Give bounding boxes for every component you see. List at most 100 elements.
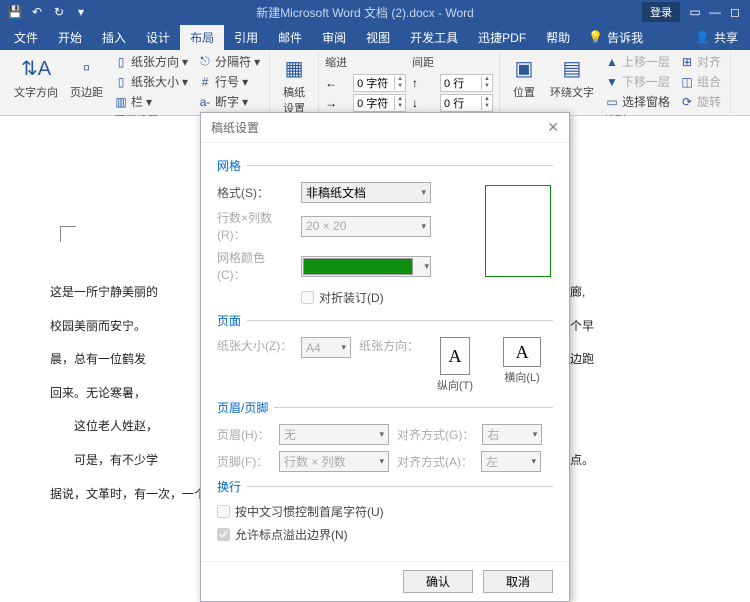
orientation-landscape[interactable]: A横向(L) xyxy=(503,337,541,393)
bulb-icon: 💡 xyxy=(588,30,603,44)
cjk-wrap-checkbox[interactable]: 按中文习惯控制首尾字符(U) xyxy=(217,503,384,520)
send-backward-button[interactable]: ▼下移一层 xyxy=(602,72,673,91)
header-label: 页眉(H)： xyxy=(217,426,271,443)
tab-pdf[interactable]: 迅捷PDF xyxy=(468,25,536,50)
header-select: 无▾ xyxy=(279,424,389,445)
maximize-icon[interactable]: ◻ xyxy=(728,5,742,19)
wrap-text-button[interactable]: ▤环绕文字 xyxy=(546,52,598,102)
alignA-label: 对齐方式(A)： xyxy=(397,453,473,470)
text-direction-button[interactable]: ⇅A文字方向 xyxy=(10,52,62,102)
chevron-down-icon: ▾ xyxy=(531,456,536,467)
section-grid: 网格 xyxy=(217,157,553,174)
qat: 💾 ↶ ↻ ▾ xyxy=(8,5,88,19)
spacing-after-icon: ↓ xyxy=(412,96,434,110)
dialog-title: 稿纸设置 xyxy=(211,119,259,136)
selection-pane-button[interactable]: ▭选择窗格 xyxy=(602,92,673,111)
login-button[interactable]: 登录 xyxy=(642,2,680,22)
save-icon[interactable]: 💾 xyxy=(8,5,22,19)
tab-view[interactable]: 视图 xyxy=(356,25,400,50)
group-button[interactable]: ◫组合 xyxy=(677,72,724,91)
breaks-button[interactable]: ⎋分隔符▾ xyxy=(195,52,263,71)
tab-file[interactable]: 文件 xyxy=(4,25,48,50)
chevron-down-icon: ▾ xyxy=(379,429,384,440)
footer-select: 行数 × 列数▾ xyxy=(279,451,389,472)
wrap-icon: ▤ xyxy=(558,54,586,82)
size-button[interactable]: ▯纸张大小▾ xyxy=(111,72,191,91)
redo-icon[interactable]: ↻ xyxy=(52,5,66,19)
hyphenation-icon: a- xyxy=(198,95,212,109)
align-button[interactable]: ⊞对齐 xyxy=(677,52,724,71)
chevron-down-icon: ▾ xyxy=(182,55,188,69)
window-controls: ▭ — ◻ xyxy=(688,5,742,19)
tab-home[interactable]: 开始 xyxy=(48,25,92,50)
bring-forward-button[interactable]: ▲上移一层 xyxy=(602,52,673,71)
manuscript-settings-dialog: 稿纸设置 ✕ 网格 格式(S)： 非稿纸文档▾ 行数×列数(R)： 20 × 2… xyxy=(200,112,570,602)
indent-left-icon: ← xyxy=(325,76,347,90)
orientation-button[interactable]: ▯纸张方向▾ xyxy=(111,52,191,71)
chevron-down-icon: ▾ xyxy=(379,456,384,467)
spacing-after-input[interactable]: ▲▼ xyxy=(440,94,493,112)
hyphenation-button[interactable]: a-断字▾ xyxy=(195,92,263,111)
share-icon: 👤 xyxy=(695,30,710,44)
margin-corner xyxy=(60,226,76,242)
indent-right-input[interactable]: ▲▼ xyxy=(353,94,406,112)
send-backward-icon: ▼ xyxy=(605,75,619,89)
spacing-before-input[interactable]: ▲▼ xyxy=(440,74,493,92)
ribbon-options-icon[interactable]: ▭ xyxy=(688,5,702,19)
text-direction-icon: ⇅A xyxy=(22,54,50,82)
tab-developer[interactable]: 开发工具 xyxy=(400,25,468,50)
orient-label: 纸张方向： xyxy=(359,337,419,354)
tab-insert[interactable]: 插入 xyxy=(92,25,136,50)
tab-review[interactable]: 审阅 xyxy=(312,25,356,50)
line-numbers-button[interactable]: #行号▾ xyxy=(195,72,263,91)
dialog-titlebar: 稿纸设置 ✕ xyxy=(201,113,569,143)
size-icon: ▯ xyxy=(114,75,128,89)
tab-layout[interactable]: 布局 xyxy=(180,25,224,50)
format-select[interactable]: 非稿纸文档▾ xyxy=(301,182,431,203)
close-icon[interactable]: ✕ xyxy=(547,119,559,136)
chevron-down-icon: ▾ xyxy=(533,429,538,440)
rotate-button[interactable]: ⟳旋转 xyxy=(677,92,724,111)
margins-button[interactable]: ▫页边距 xyxy=(66,52,107,102)
minimize-icon[interactable]: — xyxy=(708,5,722,19)
group-paragraph: 缩进 间距 ← ▲▼ ↑ ▲▼ → ▲▼ ↓ ▲▼ 段落 xyxy=(319,52,500,113)
columns-icon: ▥ xyxy=(114,95,128,109)
tab-design[interactable]: 设计 xyxy=(136,25,180,50)
columns-button[interactable]: ▥栏▾ xyxy=(111,92,191,111)
alignG-label: 对齐方式(G)： xyxy=(397,426,474,443)
indent-left-input[interactable]: ▲▼ xyxy=(353,74,406,92)
manuscript-settings-button[interactable]: ▦稿纸 设置 xyxy=(276,52,312,118)
manuscript-icon: ▦ xyxy=(280,54,308,82)
undo-icon[interactable]: ↶ xyxy=(30,5,44,19)
share-button[interactable]: 👤共享 xyxy=(687,29,746,46)
fold-checkbox[interactable]: 对折装订(D) xyxy=(301,289,384,306)
color-label: 网格颜色(C)： xyxy=(217,249,293,283)
qat-more-icon[interactable]: ▾ xyxy=(74,5,88,19)
rowcol-select: 20 × 20▾ xyxy=(301,216,431,237)
tab-mailings[interactable]: 邮件 xyxy=(268,25,312,50)
selection-pane-icon: ▭ xyxy=(605,95,619,109)
overflow-checkbox[interactable]: 允许标点溢出边界(N) xyxy=(217,526,348,543)
position-button[interactable]: ▣位置 xyxy=(506,52,542,102)
tab-help[interactable]: 帮助 xyxy=(536,25,580,50)
ribbon: ⇅A文字方向 ▫页边距 ▯纸张方向▾ ▯纸张大小▾ ▥栏▾ ⎋分隔符▾ #行号▾… xyxy=(0,50,750,116)
cancel-button[interactable]: 取消 xyxy=(483,570,553,593)
title-bar: 💾 ↶ ↻ ▾ 新建Microsoft Word 文档 (2).docx - W… xyxy=(0,0,750,24)
chevron-down-icon: ▾ xyxy=(421,187,426,198)
group-arrange: ▣位置 ▤环绕文字 ▲上移一层 ▼下移一层 ▭选择窗格 ⊞对齐 ◫组合 ⟳旋转 … xyxy=(500,52,731,113)
color-select: ▾ xyxy=(301,256,431,277)
chevron-down-icon: ▾ xyxy=(254,55,260,69)
orientation-portrait[interactable]: A纵向(T) xyxy=(437,337,473,393)
section-page: 页面 xyxy=(217,312,553,329)
papersize-label: 纸张大小(Z)： xyxy=(217,337,293,354)
orientation-icon: ▯ xyxy=(114,55,128,69)
tell-me[interactable]: 💡告诉我 xyxy=(580,29,651,46)
format-label: 格式(S)： xyxy=(217,184,293,201)
ok-button[interactable]: 确认 xyxy=(403,570,473,593)
preview-box xyxy=(485,185,551,277)
color-swatch xyxy=(303,258,413,275)
chevron-down-icon: ▾ xyxy=(341,342,346,353)
section-header-footer: 页眉/页脚 xyxy=(217,399,553,416)
group-page-setup: ⇅A文字方向 ▫页边距 ▯纸张方向▾ ▯纸张大小▾ ▥栏▾ ⎋分隔符▾ #行号▾… xyxy=(4,52,270,113)
tab-references[interactable]: 引用 xyxy=(224,25,268,50)
